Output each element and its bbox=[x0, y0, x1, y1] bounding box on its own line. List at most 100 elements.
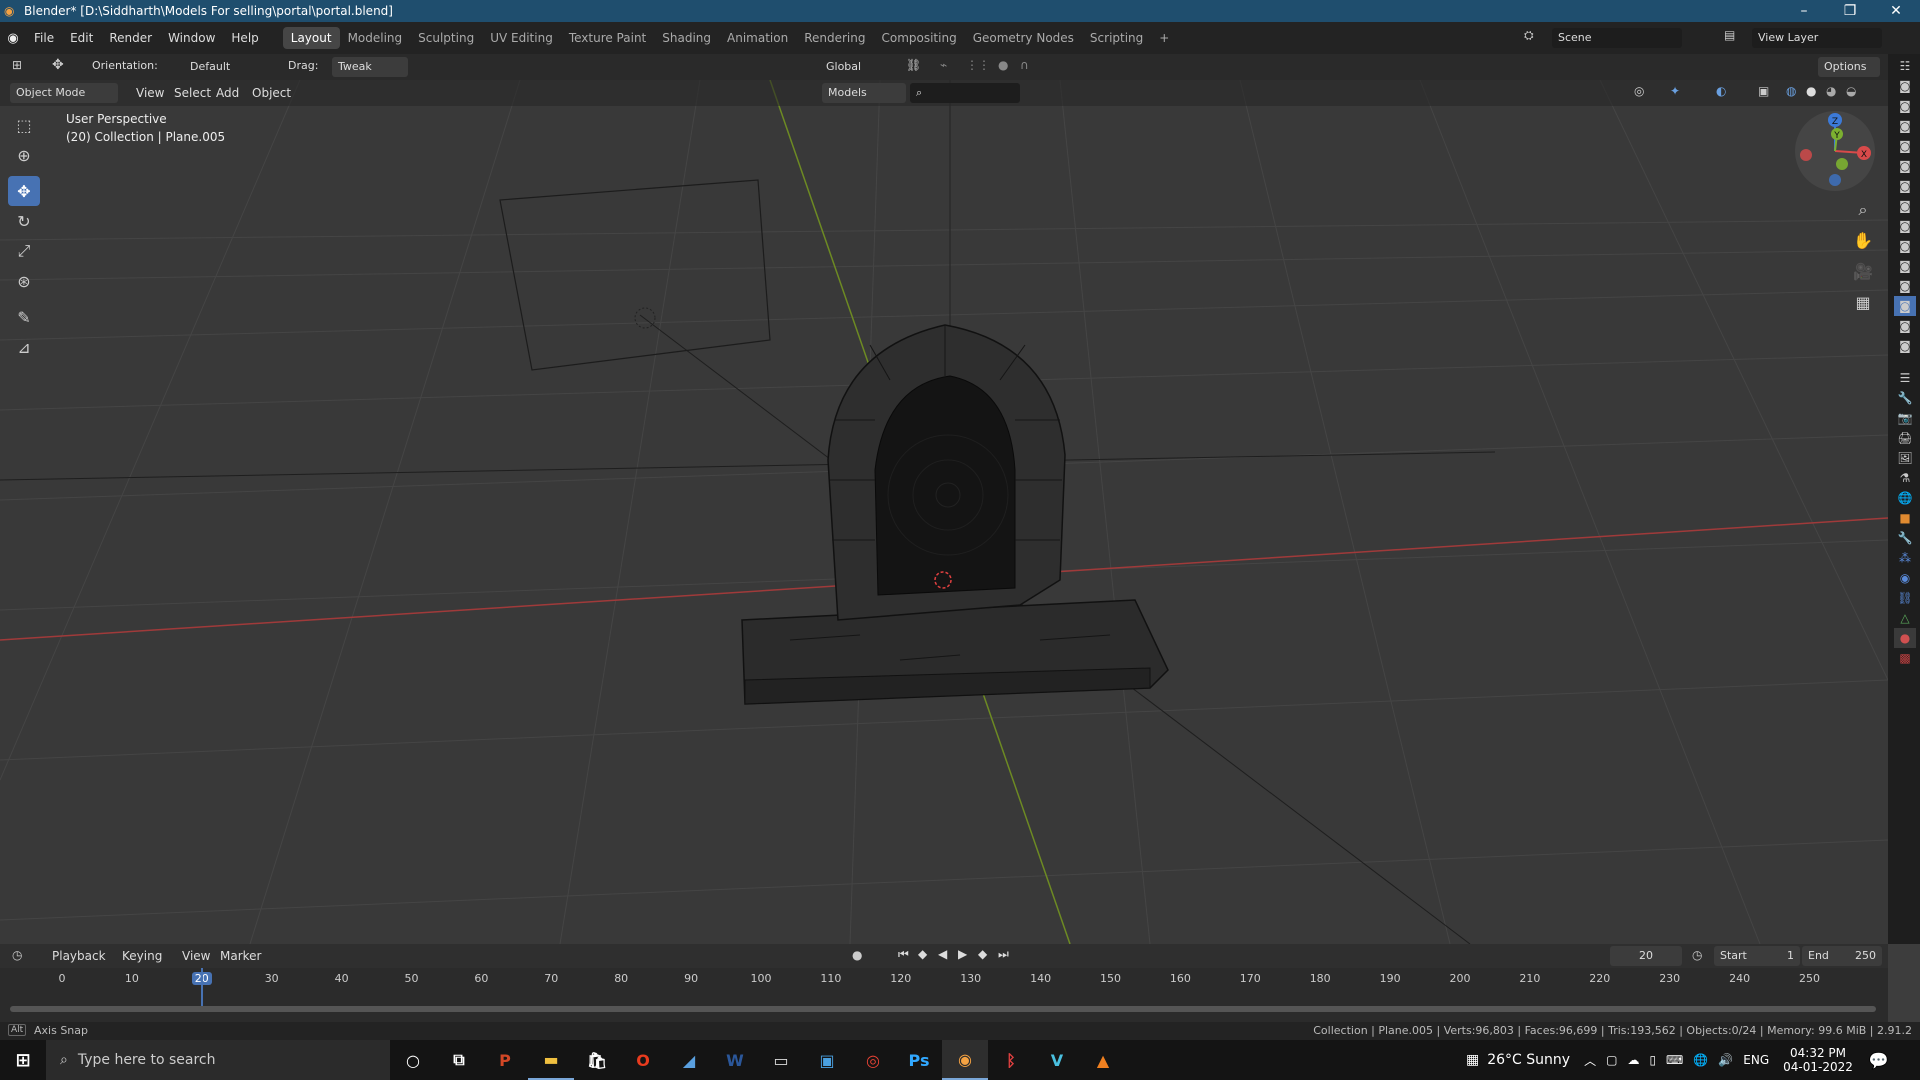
viewport-menu-object[interactable]: Object bbox=[244, 82, 299, 104]
current-frame-field[interactable]: 20 bbox=[1610, 946, 1682, 966]
tab-scripting[interactable]: Scripting bbox=[1082, 27, 1151, 49]
pan-hand-icon[interactable]: ✋ bbox=[1848, 225, 1878, 256]
snap-target-icon[interactable]: ⋮⋮ bbox=[966, 58, 990, 72]
tab-texture-paint[interactable]: Texture Paint bbox=[561, 27, 654, 49]
camera-icon[interactable]: ◙ bbox=[1894, 196, 1916, 216]
app-icon-blue[interactable]: ◢ bbox=[666, 1040, 712, 1080]
view-layer-icon[interactable]: ▤ bbox=[1724, 28, 1735, 42]
clock[interactable]: 04:32 PM 04-01-2022 bbox=[1783, 1046, 1853, 1074]
tab-shading[interactable]: Shading bbox=[654, 27, 719, 49]
timeline-menu-marker[interactable]: Marker bbox=[212, 945, 269, 967]
timeline-ruler[interactable]: 0102030405060708090100110120130140150160… bbox=[0, 968, 1888, 1022]
camera-icon[interactable]: ◙ bbox=[1894, 236, 1916, 256]
mode-dropdown[interactable]: Object Mode bbox=[10, 83, 118, 103]
keyboard-icon[interactable]: ⌨ bbox=[1666, 1053, 1683, 1067]
zoom-icon[interactable]: ⌕ bbox=[1848, 194, 1878, 225]
portal-object[interactable] bbox=[741, 324, 1169, 705]
cursor-tool[interactable]: ⊕ bbox=[8, 140, 40, 170]
menu-file[interactable]: File bbox=[26, 27, 62, 49]
camera-icon[interactable]: ◙ bbox=[1894, 76, 1916, 96]
prev-keyframe-icon[interactable]: ◆ bbox=[918, 947, 927, 961]
maximize-button[interactable]: ❐ bbox=[1830, 0, 1870, 22]
play-reverse-icon[interactable]: ◀ bbox=[938, 947, 947, 961]
tab-sculpting[interactable]: Sculpting bbox=[410, 27, 482, 49]
navigation-gizmo[interactable]: Z X Y bbox=[1794, 110, 1876, 192]
language-indicator[interactable]: ENG bbox=[1743, 1053, 1769, 1067]
start-icon[interactable]: ⊞ bbox=[0, 1040, 46, 1080]
tab-rendering[interactable]: Rendering bbox=[796, 27, 873, 49]
weather-text[interactable]: 26°C Sunny bbox=[1487, 1052, 1570, 1068]
scene-selector[interactable]: Scene bbox=[1552, 28, 1682, 48]
volume-icon[interactable]: 🔊 bbox=[1718, 1053, 1733, 1067]
transform-tool[interactable]: ⊛ bbox=[8, 266, 40, 296]
playhead[interactable] bbox=[201, 968, 203, 1010]
material-shading-icon[interactable]: ◕ bbox=[1826, 84, 1836, 98]
task-view-icon[interactable]: ⧉ bbox=[436, 1040, 482, 1080]
battery-icon[interactable]: ▯ bbox=[1649, 1053, 1656, 1067]
texture-properties-icon[interactable]: ▩ bbox=[1894, 648, 1916, 668]
camera-icon[interactable]: ◙ bbox=[1894, 216, 1916, 236]
visibility-icon[interactable]: ◎ bbox=[1634, 84, 1644, 98]
collection-filter-dropdown[interactable]: Models bbox=[822, 83, 906, 103]
orientation-dropdown[interactable]: Default bbox=[184, 57, 280, 77]
camera-view-icon[interactable]: 🎥 bbox=[1848, 256, 1878, 287]
rendered-shading-icon[interactable]: ◒ bbox=[1846, 84, 1856, 98]
photoshop-icon[interactable]: Ps bbox=[896, 1040, 942, 1080]
menu-window[interactable]: Window bbox=[160, 27, 223, 49]
menu-edit[interactable]: Edit bbox=[62, 27, 101, 49]
preview-range-icon[interactable]: ◷ bbox=[1692, 948, 1702, 962]
rotate-tool[interactable]: ↻ bbox=[8, 206, 40, 236]
tab-compositing[interactable]: Compositing bbox=[873, 27, 964, 49]
store-icon[interactable]: 🛍 bbox=[574, 1040, 620, 1080]
cortana-icon[interactable]: ○ bbox=[390, 1040, 436, 1080]
timeline-menu-keying[interactable]: Keying bbox=[114, 945, 170, 967]
tab-uv-editing[interactable]: UV Editing bbox=[482, 27, 561, 49]
onedrive-icon[interactable]: ☁ bbox=[1627, 1053, 1639, 1067]
proportional-edit-icon[interactable]: ● bbox=[998, 58, 1008, 72]
camera-icon[interactable]: ◙ bbox=[1894, 136, 1916, 156]
blender-taskbar-icon[interactable]: ◉ bbox=[942, 1040, 988, 1080]
viewport-menu-add[interactable]: Add bbox=[208, 82, 247, 104]
minimize-button[interactable]: – bbox=[1784, 0, 1824, 22]
network-icon[interactable]: 🌐 bbox=[1693, 1053, 1708, 1067]
camera-icon[interactable]: ◙ bbox=[1894, 336, 1916, 356]
menu-help[interactable]: Help bbox=[223, 27, 266, 49]
xray-icon[interactable]: ▣ bbox=[1758, 84, 1769, 98]
tab-animation[interactable]: Animation bbox=[719, 27, 796, 49]
timeline-scrollbar[interactable] bbox=[10, 1006, 1876, 1012]
camera-icon[interactable]: ◙ bbox=[1894, 256, 1916, 276]
word-icon[interactable]: W bbox=[712, 1040, 758, 1080]
camera-icon[interactable]: ◙ bbox=[1894, 96, 1916, 116]
app-icon-gray[interactable]: ▭ bbox=[758, 1040, 804, 1080]
camera-icon[interactable]: ◙ bbox=[1894, 156, 1916, 176]
show-hidden-icons-icon[interactable]: ︿ bbox=[1584, 1052, 1596, 1069]
blender-menu-icon[interactable]: ◉ bbox=[0, 31, 26, 46]
outliner-editor-icon[interactable]: ☷ bbox=[1894, 56, 1916, 76]
pivot-icon[interactable]: ⛓ bbox=[906, 58, 921, 72]
camera-icon[interactable]: ◙ bbox=[1894, 316, 1916, 336]
falloff-icon[interactable]: ∩ bbox=[1020, 58, 1029, 72]
3d-viewport[interactable]: Object Mode View Select Add Object Model… bbox=[0, 80, 1888, 944]
wireframe-shading-icon[interactable]: ◍ bbox=[1786, 84, 1796, 98]
jump-start-icon[interactable]: ⏮ bbox=[898, 947, 909, 962]
camera-icon[interactable]: ◙ bbox=[1894, 176, 1916, 196]
annotate-tool[interactable]: ✎ bbox=[8, 302, 40, 332]
tab-geometry-nodes[interactable]: Geometry Nodes bbox=[965, 27, 1082, 49]
add-workspace-icon[interactable]: + bbox=[1151, 27, 1177, 49]
close-button[interactable]: ✕ bbox=[1876, 0, 1916, 22]
timeline-menu-playback[interactable]: Playback bbox=[44, 945, 114, 967]
file-explorer-icon[interactable]: ▬ bbox=[528, 1040, 574, 1080]
app-icon-screen[interactable]: ▣ bbox=[804, 1040, 850, 1080]
tab-modeling[interactable]: Modeling bbox=[340, 27, 411, 49]
start-frame-field[interactable]: Start 1 bbox=[1714, 946, 1800, 966]
editor-type-icon[interactable]: ⊞ bbox=[12, 58, 22, 72]
camera-icon[interactable]: ◙ bbox=[1894, 276, 1916, 296]
menu-render[interactable]: Render bbox=[101, 27, 160, 49]
camera-icon[interactable]: ◙ bbox=[1894, 116, 1916, 136]
taskbar-search-box[interactable]: ⌕ Type here to search bbox=[46, 1040, 390, 1080]
vpn-icon[interactable]: V bbox=[1034, 1040, 1080, 1080]
solid-shading-icon[interactable]: ● bbox=[1806, 84, 1816, 98]
light-object[interactable] bbox=[634, 307, 656, 329]
powerpoint-icon[interactable]: P bbox=[482, 1040, 528, 1080]
options-dropdown[interactable]: Options bbox=[1818, 57, 1880, 77]
